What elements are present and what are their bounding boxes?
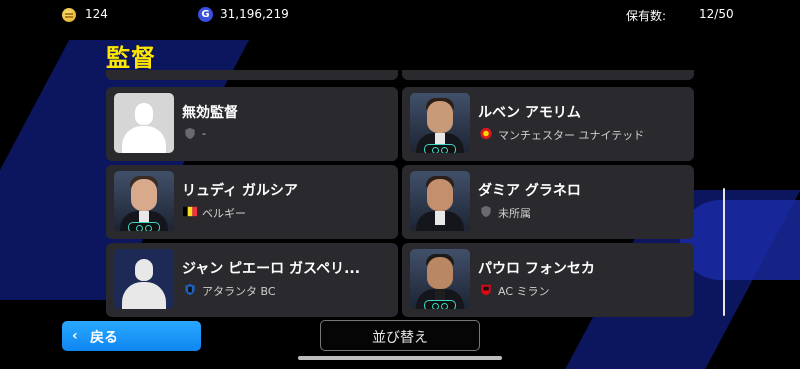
manager-portrait xyxy=(114,93,174,153)
status-bar: 124 G 31,196,219 保有数: 12/50 xyxy=(0,0,800,30)
manager-card[interactable]: ルベン アモリム マンチェスター ユナイテッド xyxy=(402,87,694,161)
shield-icon xyxy=(185,127,195,140)
manager-card[interactable]: リュディ ガルシア ベルギー xyxy=(106,165,398,239)
gp-count: 31,196,219 xyxy=(220,7,289,21)
level-badge-icon xyxy=(128,222,160,231)
manager-affiliation: AC ミラン xyxy=(498,285,550,298)
manager-card[interactable]: ジャン ピエーロ ガスペリ... アタランタ BC xyxy=(106,243,398,317)
back-button[interactable]: ‹ 戻る xyxy=(62,321,201,351)
manager-name: 無効監督 xyxy=(182,105,238,121)
manager-portrait xyxy=(410,171,470,231)
manager-portrait xyxy=(410,249,470,309)
sort-button-label: 並び替え xyxy=(372,330,428,346)
manager-list[interactable]: 無効監督 - ルベン アモリム マンチェスター ユナイテッド リュディ ガルシア… xyxy=(104,70,696,320)
manager-card-partial[interactable] xyxy=(402,70,694,80)
level-badge-icon xyxy=(424,300,456,309)
manager-portrait xyxy=(114,171,174,231)
coin-count: 124 xyxy=(85,7,108,21)
manager-card-partial[interactable] xyxy=(106,70,398,80)
coin-icon xyxy=(62,8,76,22)
club-crest-icon xyxy=(185,283,195,296)
manager-card[interactable]: 無効監督 - xyxy=(106,87,398,161)
home-indicator[interactable] xyxy=(298,356,502,360)
manager-portrait xyxy=(410,93,470,153)
level-badge-icon xyxy=(424,144,456,153)
manager-name: ルベン アモリム xyxy=(478,105,581,121)
gp-icon: G xyxy=(198,7,213,22)
manager-affiliation: ベルギー xyxy=(202,207,246,220)
manager-name: リュディ ガルシア xyxy=(182,183,298,199)
chevron-left-icon: ‹ xyxy=(72,328,78,344)
belgium-flag-icon xyxy=(183,206,197,217)
page-title: 監督 xyxy=(106,44,156,72)
owned-label: 保有数: xyxy=(626,9,667,23)
manager-card[interactable]: パウロ フォンセカ AC ミラン xyxy=(402,243,694,317)
scrollbar[interactable] xyxy=(723,188,725,316)
manager-affiliation: アタランタ BC xyxy=(202,285,276,298)
manager-card[interactable]: ダミア グラネロ 未所属 xyxy=(402,165,694,239)
owned-count: 12/50 xyxy=(699,7,734,21)
sort-button[interactable]: 並び替え xyxy=(320,320,480,351)
manager-portrait xyxy=(114,249,174,309)
club-crest-icon xyxy=(480,127,492,140)
background-stripe xyxy=(680,200,800,280)
back-button-label: 戻る xyxy=(90,330,118,346)
manager-name: ジャン ピエーロ ガスペリ... xyxy=(182,261,361,277)
manager-affiliation: 未所属 xyxy=(498,207,531,220)
shield-icon xyxy=(481,205,491,218)
manager-name: パウロ フォンセカ xyxy=(478,261,595,277)
manager-name: ダミア グラネロ xyxy=(478,183,581,199)
club-crest-icon xyxy=(481,284,491,296)
manager-affiliation: - xyxy=(202,127,206,140)
manager-affiliation: マンチェスター ユナイテッド xyxy=(498,129,645,142)
